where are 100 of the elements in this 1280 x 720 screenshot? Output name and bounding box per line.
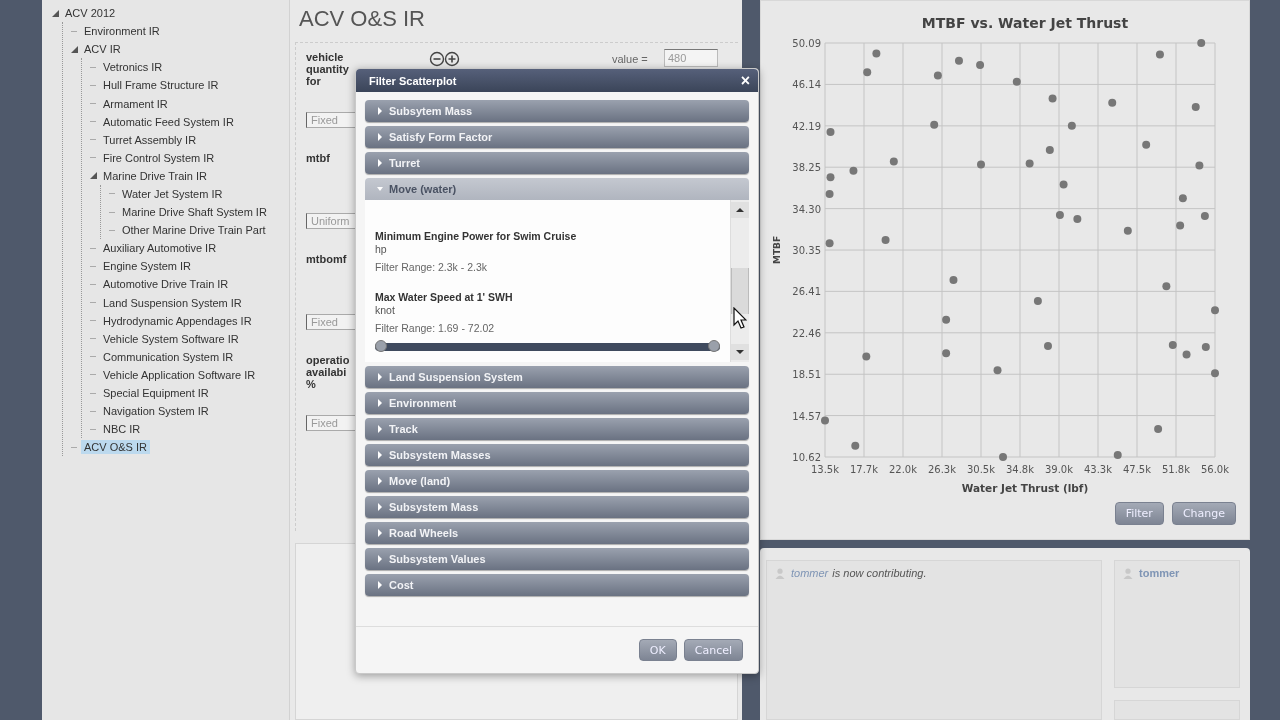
- data-point: [999, 453, 1007, 461]
- data-point: [1142, 140, 1151, 149]
- caret-right-icon: [377, 107, 383, 115]
- data-point: [1176, 221, 1185, 230]
- data-point: [1154, 424, 1163, 433]
- data-point: [872, 49, 881, 58]
- data-point: [1067, 121, 1076, 130]
- caret-right-icon: [377, 529, 383, 537]
- tree-item[interactable]: Auxiliary Automotive IR: [100, 241, 220, 256]
- tree-item[interactable]: Marine Drive Shaft System IR: [119, 205, 270, 220]
- tree-item[interactable]: Communication System IR: [100, 349, 237, 364]
- tree-item[interactable]: Special Equipment IR: [100, 386, 212, 400]
- data-point: [942, 315, 951, 324]
- data-point: [976, 60, 985, 69]
- data-point: [1178, 194, 1187, 203]
- y-tick-label: 34.30: [792, 203, 821, 215]
- data-point: [881, 236, 890, 245]
- tree-item[interactable]: Navigation System IR: [100, 404, 212, 419]
- y-tick-label: 18.51: [792, 369, 821, 381]
- tree-item[interactable]: Water Jet System IR: [119, 187, 226, 201]
- data-point: [1211, 306, 1219, 315]
- data-point: [955, 56, 963, 65]
- caret-right-icon: [377, 373, 383, 381]
- caret-right-icon: [377, 503, 383, 511]
- tree-item[interactable]: Fire Control System IR: [100, 150, 218, 165]
- caret-right-icon: [377, 159, 383, 167]
- caret-right-icon: [377, 451, 383, 459]
- x-tick-label: 30.5k: [966, 464, 996, 475]
- tree-item[interactable]: Environment IR: [81, 24, 163, 39]
- parameter-label: mtbomf: [306, 253, 348, 265]
- y-tick-label: 46.14: [792, 79, 821, 91]
- data-point: [1044, 342, 1052, 351]
- tree-item[interactable]: Vehicle System Software IR: [100, 331, 242, 346]
- tree-item[interactable]: Armament IR: [100, 96, 171, 111]
- scroll-up-icon[interactable]: [731, 202, 749, 218]
- collapse-triangle-icon[interactable]: [69, 44, 79, 54]
- y-tick-label: 26.41: [792, 286, 821, 298]
- tree-item[interactable]: Automotive Drive Train IR: [100, 277, 232, 292]
- caret-down-icon: [377, 185, 383, 193]
- data-point: [1123, 226, 1132, 235]
- x-tick-label: 39.0k: [1044, 464, 1074, 475]
- accordion-header[interactable]: Move (water): [365, 178, 749, 200]
- tree-item[interactable]: Other Marine Drive Train Part: [119, 223, 269, 238]
- page-title: ACV O&S IR: [298, 5, 426, 33]
- x-tick-label: 51.8k: [1161, 464, 1191, 475]
- data-point: [825, 239, 834, 248]
- data-point: [1059, 180, 1068, 189]
- tree-item[interactable]: Land Suspension System IR: [100, 295, 245, 310]
- y-tick-label: 10.62: [792, 452, 821, 463]
- x-tick-label: 56.0k: [1200, 464, 1230, 475]
- x-tick-label: 34.8k: [1005, 464, 1035, 475]
- parameter-label: vehicle quantity for: [306, 51, 350, 87]
- collapse-triangle-icon[interactable]: [50, 8, 60, 18]
- collapse-triangle-icon[interactable]: [88, 171, 98, 181]
- data-point: [942, 349, 951, 358]
- tree-item[interactable]: Hydrodynamic Appendages IR: [100, 313, 255, 328]
- data-point: [1113, 451, 1122, 460]
- data-point: [821, 416, 829, 425]
- x-tick-label: 26.3k: [927, 464, 957, 475]
- filter-range: Filter Range: 2.3k - 2.3k: [375, 261, 489, 273]
- filter-name: Max Water Speed at 1' SWH: [375, 291, 514, 303]
- tree-item[interactable]: ACV IR: [81, 42, 124, 57]
- user-icon: [775, 567, 785, 579]
- activity-message: is now contributing.: [832, 567, 927, 579]
- tree-item[interactable]: Automatic Feed System IR: [100, 114, 237, 129]
- data-point: [826, 128, 835, 137]
- scrollbar[interactable]: [730, 200, 749, 362]
- slider-handle[interactable]: [708, 340, 720, 352]
- tree-item[interactable]: ACV 2012: [62, 6, 119, 21]
- data-point: [1182, 350, 1191, 359]
- data-point: [949, 275, 958, 284]
- tree-item[interactable]: NBC IR: [100, 422, 144, 437]
- slider-handle[interactable]: [375, 340, 387, 352]
- chart-title: MTBF vs. Water Jet Thrust: [921, 15, 1129, 31]
- tree-item[interactable]: Hull Frame Structure IR: [100, 78, 222, 93]
- close-button[interactable]: ×: [738, 72, 752, 89]
- tree-item[interactable]: ACV O&S IR: [81, 440, 150, 455]
- data-point: [1168, 341, 1177, 349]
- tree-item[interactable]: Marine Drive Train IR: [100, 168, 210, 183]
- data-point: [1162, 282, 1171, 291]
- y-tick-label: 30.35: [792, 245, 821, 257]
- tree-item[interactable]: Turret Assembly IR: [100, 132, 200, 147]
- x-tick-label: 47.5k: [1122, 464, 1152, 475]
- data-point: [1055, 210, 1064, 219]
- y-tick-label: 14.57: [792, 410, 821, 422]
- tree-item[interactable]: Vehicle Application Software IR: [100, 367, 259, 382]
- data-point: [993, 366, 1002, 375]
- parameter-label: mtbf: [306, 152, 331, 164]
- data-point: [1012, 77, 1021, 86]
- tree-item[interactable]: Vetronics IR: [100, 60, 166, 75]
- data-point: [826, 173, 835, 182]
- scroll-down-icon[interactable]: [731, 344, 749, 360]
- y-tick-label: 22.46: [792, 327, 821, 339]
- y-tick-label: 42.19: [792, 120, 821, 132]
- data-point: [1155, 50, 1164, 59]
- filter-unit: hp: [375, 243, 388, 255]
- zoom-buttons-icon[interactable]: [429, 51, 461, 67]
- x-tick-label: 43.3k: [1083, 464, 1113, 475]
- tree-item[interactable]: Engine System IR: [100, 259, 195, 274]
- data-point: [977, 160, 985, 169]
